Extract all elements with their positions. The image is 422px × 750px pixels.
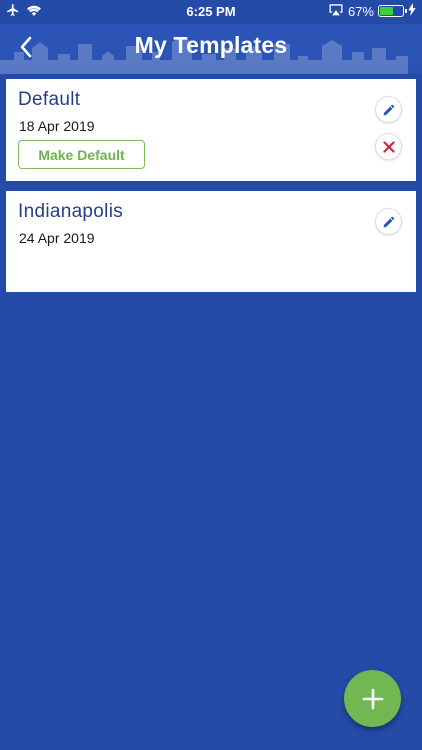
battery-level-fill xyxy=(380,7,393,15)
template-name: Default xyxy=(18,89,81,110)
battery-icon xyxy=(378,5,407,17)
page-title: My Templates xyxy=(134,32,288,58)
template-card[interactable]: Indianapolis 24 Apr 2019 xyxy=(6,191,416,292)
make-default-button[interactable]: Make Default xyxy=(18,140,145,169)
edit-template-button[interactable] xyxy=(375,208,402,235)
delete-template-button[interactable] xyxy=(375,133,402,160)
template-card[interactable]: Default 18 Apr 2019 Make Default xyxy=(6,79,416,181)
pencil-icon xyxy=(383,104,394,115)
close-icon xyxy=(382,140,395,153)
screen-mirroring-icon xyxy=(328,3,344,19)
status-right: 67% xyxy=(328,3,416,19)
app-header: My Templates xyxy=(0,24,422,74)
add-template-button[interactable] xyxy=(344,670,401,727)
edit-template-button[interactable] xyxy=(375,96,402,123)
template-date: 24 Apr 2019 xyxy=(19,230,95,246)
battery-percent: 67% xyxy=(347,3,374,19)
template-date: 18 Apr 2019 xyxy=(19,118,95,134)
charging-bolt-icon xyxy=(408,3,416,19)
status-bar: 6:25 PM 67% xyxy=(0,0,422,24)
plus-icon xyxy=(362,688,383,709)
template-name: Indianapolis xyxy=(18,201,124,222)
pencil-icon xyxy=(383,216,394,227)
